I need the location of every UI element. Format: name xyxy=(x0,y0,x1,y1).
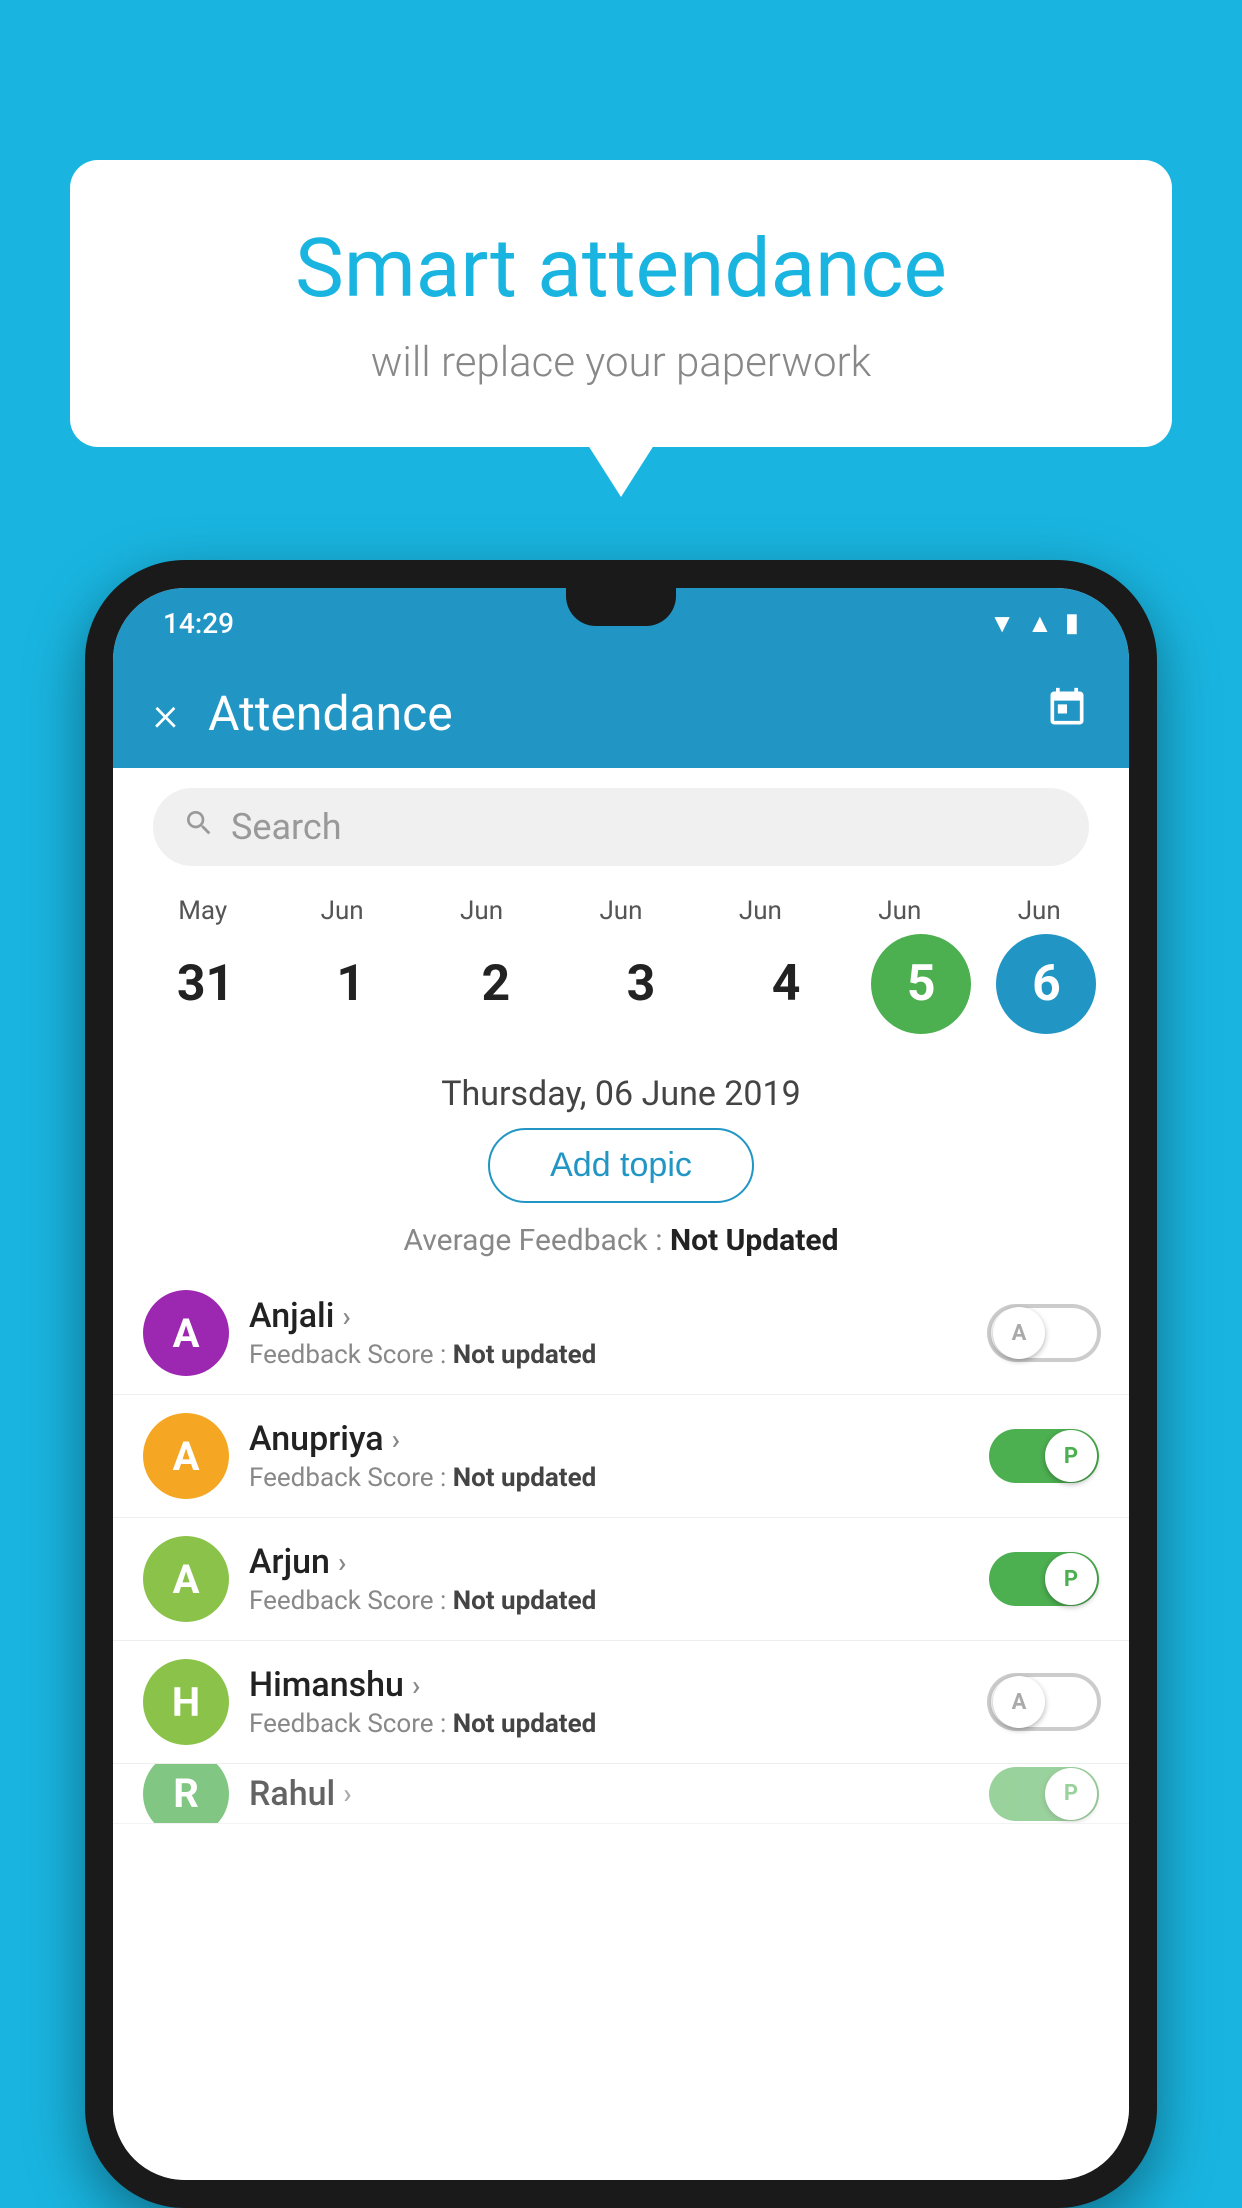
student-name-arjun: Arjun › xyxy=(249,1542,969,1582)
month-3[interactable]: Jun xyxy=(561,896,681,926)
avg-feedback: Average Feedback : Not Updated xyxy=(113,1223,1129,1258)
chevron-himanshu: › xyxy=(412,1669,420,1702)
month-0[interactable]: May xyxy=(143,896,263,926)
month-2[interactable]: Jun xyxy=(422,896,542,926)
app-header: × Attendance xyxy=(113,658,1129,768)
student-feedback-anjali: Feedback Score : Not updated xyxy=(249,1340,969,1370)
phone-screen: 14:29 ▼ ▲ ▮ × Attendance xyxy=(113,588,1129,2180)
date-2[interactable]: 2 xyxy=(436,955,556,1013)
date-3[interactable]: 3 xyxy=(581,955,701,1013)
month-4[interactable]: Jun xyxy=(700,896,820,926)
toggle-rahul[interactable]: P xyxy=(989,1767,1099,1821)
chevron-rahul: › xyxy=(343,1777,351,1810)
toggle-thumb-arjun: P xyxy=(1045,1553,1097,1605)
wifi-icon: ▼ xyxy=(989,608,1015,639)
speech-bubble-container: Smart attendance will replace your paper… xyxy=(70,160,1172,447)
student-name-rahul: Rahul › xyxy=(249,1774,969,1814)
student-list: A Anjali › Feedback Score : Not updated xyxy=(113,1272,1129,2180)
chevron-arjun: › xyxy=(338,1546,346,1579)
avatar-anjali: A xyxy=(143,1290,229,1376)
student-item-rahul[interactable]: R Rahul › P xyxy=(113,1764,1129,1824)
student-feedback-himanshu: Feedback Score : Not updated xyxy=(249,1709,969,1739)
student-info-anupriya: Anupriya › Feedback Score : Not updated xyxy=(249,1419,969,1493)
student-feedback-anupriya: Feedback Score : Not updated xyxy=(249,1463,969,1493)
search-placeholder: Search xyxy=(231,806,342,848)
month-6[interactable]: Jun xyxy=(979,896,1099,926)
date-numbers-row: 31 1 2 3 4 5 6 xyxy=(133,934,1109,1034)
notch-cutout xyxy=(566,588,676,626)
search-icon xyxy=(183,807,215,847)
content-area: Thursday, 06 June 2019 Add topic Average… xyxy=(113,1054,1129,2180)
battery-icon: ▮ xyxy=(1065,608,1079,638)
toggle-thumb-himanshu: A xyxy=(993,1676,1045,1728)
date-selector: May Jun Jun Jun Jun Jun Jun 31 1 2 3 4 5… xyxy=(113,886,1129,1054)
student-name-himanshu: Himanshu › xyxy=(249,1665,969,1705)
avatar-rahul: R xyxy=(143,1764,229,1824)
month-5[interactable]: Jun xyxy=(840,896,960,926)
toggle-thumb-anupriya: P xyxy=(1045,1430,1097,1482)
student-item-anupriya[interactable]: A Anupriya › Feedback Score : Not update… xyxy=(113,1395,1129,1518)
date-5-selected-green[interactable]: 5 xyxy=(871,934,971,1034)
student-item-himanshu[interactable]: H Himanshu › Feedback Score : Not update… xyxy=(113,1641,1129,1764)
date-4[interactable]: 4 xyxy=(726,955,846,1013)
toggle-arjun[interactable]: P xyxy=(989,1552,1099,1606)
toggle-thumb-anjali: A xyxy=(993,1307,1045,1359)
close-button[interactable]: × xyxy=(153,685,178,742)
date-1[interactable]: 1 xyxy=(291,955,411,1013)
status-icons: ▼ ▲ ▮ xyxy=(989,608,1079,639)
avatar-himanshu: H xyxy=(143,1659,229,1745)
student-info-anjali: Anjali › Feedback Score : Not updated xyxy=(249,1296,969,1370)
speech-bubble: Smart attendance will replace your paper… xyxy=(70,160,1172,447)
search-bar[interactable]: Search xyxy=(153,788,1089,866)
status-time: 14:29 xyxy=(163,607,234,640)
calendar-icon[interactable] xyxy=(1045,686,1089,740)
student-name-anjali: Anjali › xyxy=(249,1296,969,1336)
student-name-anupriya: Anupriya › xyxy=(249,1419,969,1459)
avg-feedback-value: Not Updated xyxy=(670,1223,839,1258)
bubble-subtitle: will replace your paperwork xyxy=(150,338,1092,387)
avg-feedback-label: Average Feedback : xyxy=(404,1223,663,1258)
date-months-row: May Jun Jun Jun Jun Jun Jun xyxy=(133,896,1109,926)
toggle-anjali[interactable]: A xyxy=(989,1306,1099,1360)
phone-outer: 14:29 ▼ ▲ ▮ × Attendance xyxy=(85,560,1157,2208)
bubble-title: Smart attendance xyxy=(150,220,1092,318)
phone-container: 14:29 ▼ ▲ ▮ × Attendance xyxy=(85,560,1157,2208)
student-feedback-arjun: Feedback Score : Not updated xyxy=(249,1586,969,1616)
add-topic-button[interactable]: Add topic xyxy=(488,1128,754,1203)
student-item-arjun[interactable]: A Arjun › Feedback Score : Not updated xyxy=(113,1518,1129,1641)
toggle-himanshu[interactable]: A xyxy=(989,1675,1099,1729)
month-1[interactable]: Jun xyxy=(282,896,402,926)
app-title: Attendance xyxy=(208,685,1045,742)
student-info-rahul: Rahul › xyxy=(249,1774,969,1814)
toggle-anupriya[interactable]: P xyxy=(989,1429,1099,1483)
avatar-arjun: A xyxy=(143,1536,229,1622)
avatar-anupriya: A xyxy=(143,1413,229,1499)
student-info-himanshu: Himanshu › Feedback Score : Not updated xyxy=(249,1665,969,1739)
chevron-anjali: › xyxy=(342,1300,350,1333)
chevron-anupriya: › xyxy=(392,1423,400,1456)
selected-date: Thursday, 06 June 2019 xyxy=(113,1054,1129,1128)
status-bar: 14:29 ▼ ▲ ▮ xyxy=(113,588,1129,658)
student-info-arjun: Arjun › Feedback Score : Not updated xyxy=(249,1542,969,1616)
toggle-thumb-rahul: P xyxy=(1045,1768,1097,1820)
date-31[interactable]: 31 xyxy=(146,955,266,1013)
date-6-selected-blue[interactable]: 6 xyxy=(996,934,1096,1034)
search-container: Search xyxy=(113,768,1129,886)
student-item-anjali[interactable]: A Anjali › Feedback Score : Not updated xyxy=(113,1272,1129,1395)
signal-icon: ▲ xyxy=(1027,608,1053,639)
